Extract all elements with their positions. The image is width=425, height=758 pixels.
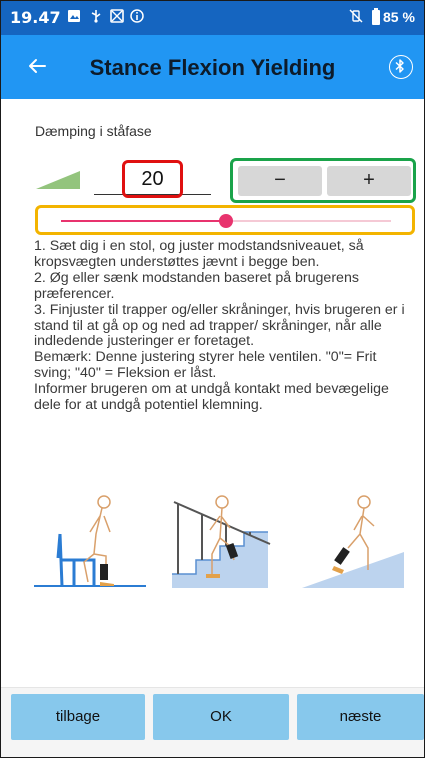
- next-button[interactable]: næste: [297, 694, 424, 740]
- battery-level: 85 %: [383, 9, 415, 25]
- usb-notification-icon: [91, 10, 101, 23]
- instruction-step-3: 3. Finjuster til trapper og/eller skråni…: [34, 301, 405, 350]
- value-field[interactable]: 20: [122, 160, 183, 198]
- battery-icon: [372, 8, 380, 25]
- gallery-notification-icon: [110, 9, 124, 23]
- page-title: Stance Flexion Yielding: [89, 55, 336, 80]
- image-notification-icon: [68, 10, 80, 22]
- app-bar: Stance Flexion Yielding: [1, 35, 424, 99]
- status-bar: 19.47 85 %: [1, 1, 424, 35]
- stepper-buttons: − +: [230, 158, 416, 203]
- slider-container: [35, 205, 415, 235]
- instruction-step-1: 1. Sæt dig i en stol, og juster modstand…: [34, 238, 364, 270]
- app-screen: 19.47 85 % Stance Flexion Yielding Dæmpi…: [0, 0, 425, 758]
- slider-track-fill: [61, 220, 226, 222]
- bottom-navigation: tilbage OK næste: [1, 687, 424, 757]
- instructions-text: 1. Sæt dig i en stol, og juster modstand…: [34, 238, 410, 414]
- slope-figure: [302, 495, 404, 588]
- increase-button[interactable]: +: [327, 166, 411, 196]
- bluetooth-icon[interactable]: [389, 55, 413, 79]
- instruction-step-2: 2. Øg eller sænk modstanden baseret på b…: [34, 269, 359, 302]
- instruction-note: Bemærk: Denne justering styrer hele vent…: [34, 349, 377, 382]
- stairs-figure: [172, 495, 271, 588]
- illustrations: [34, 495, 404, 588]
- back-button[interactable]: tilbage: [11, 694, 145, 740]
- ok-button[interactable]: OK: [153, 694, 289, 740]
- instruction-warning: Informer brugeren om at undgå kontakt me…: [34, 381, 389, 414]
- vibrate-off-icon: [349, 9, 363, 23]
- setting-label: Dæmping i ståfase: [35, 123, 152, 139]
- status-time: 19.47: [10, 8, 61, 27]
- chair-sitting-figure: [34, 495, 146, 587]
- resistance-level-icon: [36, 171, 80, 189]
- info-notification-icon: [130, 9, 144, 23]
- decrease-button[interactable]: −: [238, 166, 322, 196]
- slider-thumb[interactable]: [219, 214, 233, 228]
